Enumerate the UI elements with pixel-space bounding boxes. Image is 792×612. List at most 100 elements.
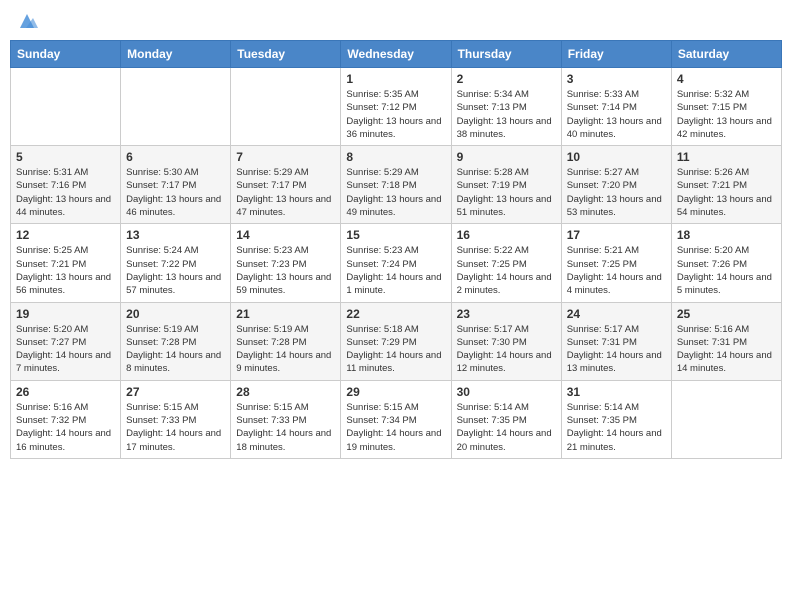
- day-info: Sunrise: 5:25 AM Sunset: 7:21 PM Dayligh…: [16, 244, 115, 297]
- logo: [14, 10, 38, 32]
- calendar-cell: 16 Sunrise: 5:22 AM Sunset: 7:25 PM Dayli…: [451, 224, 561, 302]
- calendar-cell: 2Sunrise: 5:34 AM Sunset: 7:13 PM Daylig…: [451, 68, 561, 146]
- weekday-header-friday: Friday: [561, 41, 671, 68]
- day-info: Sunrise: 5:23 AM Sunset: 7:23 PM Dayligh…: [236, 244, 335, 297]
- day-info: Sunrise: 5:17 AM Sunset: 7:30 PM Dayligh…: [457, 323, 556, 376]
- day-number: 28: [236, 385, 335, 399]
- calendar-cell: 28Sunrise: 5:15 AM Sunset: 7:33 PM Dayli…: [231, 380, 341, 458]
- calendar-cell: 21 Sunrise: 5:19 AM Sunset: 7:28 PM Dayli…: [231, 302, 341, 380]
- calendar-cell: 9 Sunrise: 5:28 AM Sunset: 7:19 PM Daylig…: [451, 146, 561, 224]
- day-number: 26: [16, 385, 115, 399]
- day-info: Sunrise: 5:19 AM Sunset: 7:28 PM Dayligh…: [126, 323, 225, 376]
- day-info: Sunrise: 5:16 AM Sunset: 7:31 PM Dayligh…: [677, 323, 776, 376]
- day-number: 16: [457, 228, 556, 242]
- calendar-cell: 23 Sunrise: 5:17 AM Sunset: 7:30 PM Dayli…: [451, 302, 561, 380]
- day-info: Sunrise: 5:29 AM Sunset: 7:17 PM Dayligh…: [236, 166, 335, 219]
- logo-icon: [16, 10, 38, 32]
- day-info: Sunrise: 5:20 AM Sunset: 7:27 PM Dayligh…: [16, 323, 115, 376]
- day-number: 9: [457, 150, 556, 164]
- day-number: 13: [126, 228, 225, 242]
- day-number: 6: [126, 150, 225, 164]
- day-number: 23: [457, 307, 556, 321]
- calendar-cell: 14 Sunrise: 5:23 AM Sunset: 7:23 PM Dayli…: [231, 224, 341, 302]
- calendar-cell: 19 Sunrise: 5:20 AM Sunset: 7:27 PM Dayli…: [11, 302, 121, 380]
- calendar-cell: 10Sunrise: 5:27 AM Sunset: 7:20 PM Dayli…: [561, 146, 671, 224]
- day-number: 1: [346, 72, 445, 86]
- day-number: 24: [567, 307, 666, 321]
- day-number: 5: [16, 150, 115, 164]
- weekday-header-wednesday: Wednesday: [341, 41, 451, 68]
- day-info: Sunrise: 5:29 AM Sunset: 7:18 PM Dayligh…: [346, 166, 445, 219]
- weekday-header-monday: Monday: [121, 41, 231, 68]
- calendar-cell: 12 Sunrise: 5:25 AM Sunset: 7:21 PM Dayli…: [11, 224, 121, 302]
- day-number: 19: [16, 307, 115, 321]
- day-info: Sunrise: 5:17 AM Sunset: 7:31 PM Dayligh…: [567, 323, 666, 376]
- calendar-cell: 25 Sunrise: 5:16 AM Sunset: 7:31 PM Dayli…: [671, 302, 781, 380]
- day-number: 29: [346, 385, 445, 399]
- day-number: 8: [346, 150, 445, 164]
- calendar-cell: 5 Sunrise: 5:31 AM Sunset: 7:16 PM Daylig…: [11, 146, 121, 224]
- day-number: 17: [567, 228, 666, 242]
- calendar-cell: 6 Sunrise: 5:30 AM Sunset: 7:17 PM Daylig…: [121, 146, 231, 224]
- day-info: Sunrise: 5:31 AM Sunset: 7:16 PM Dayligh…: [16, 166, 115, 219]
- day-info: Sunrise: 5:22 AM Sunset: 7:25 PM Dayligh…: [457, 244, 556, 297]
- day-info: Sunrise: 5:15 AM Sunset: 7:34 PM Dayligh…: [346, 401, 445, 454]
- day-number: 31: [567, 385, 666, 399]
- weekday-header-saturday: Saturday: [671, 41, 781, 68]
- day-number: 20: [126, 307, 225, 321]
- calendar-cell: 11 Sunrise: 5:26 AM Sunset: 7:21 PM Dayli…: [671, 146, 781, 224]
- calendar-cell: 20 Sunrise: 5:19 AM Sunset: 7:28 PM Dayli…: [121, 302, 231, 380]
- calendar-cell: 8 Sunrise: 5:29 AM Sunset: 7:18 PM Daylig…: [341, 146, 451, 224]
- day-info: Sunrise: 5:26 AM Sunset: 7:21 PM Dayligh…: [677, 166, 776, 219]
- calendar-cell: [671, 380, 781, 458]
- day-number: 25: [677, 307, 776, 321]
- day-info: Sunrise: 5:23 AM Sunset: 7:24 PM Dayligh…: [346, 244, 445, 297]
- day-number: 12: [16, 228, 115, 242]
- weekday-header-tuesday: Tuesday: [231, 41, 341, 68]
- calendar-cell: 7 Sunrise: 5:29 AM Sunset: 7:17 PM Daylig…: [231, 146, 341, 224]
- day-info: Sunrise: 5:35 AM Sunset: 7:12 PM Dayligh…: [346, 88, 445, 141]
- day-info: Sunrise: 5:15 AM Sunset: 7:33 PM Dayligh…: [126, 401, 225, 454]
- weekday-header-sunday: Sunday: [11, 41, 121, 68]
- calendar-cell: 18Sunrise: 5:20 AM Sunset: 7:26 PM Dayli…: [671, 224, 781, 302]
- page-header: [10, 10, 782, 32]
- calendar-cell: 31 Sunrise: 5:14 AM Sunset: 7:35 PM Dayli…: [561, 380, 671, 458]
- calendar-table: SundayMondayTuesdayWednesdayThursdayFrid…: [10, 40, 782, 459]
- calendar-cell: 22Sunrise: 5:18 AM Sunset: 7:29 PM Dayli…: [341, 302, 451, 380]
- calendar-week-row: 1 Sunrise: 5:35 AM Sunset: 7:12 PM Daylig…: [11, 68, 782, 146]
- calendar-cell: 30Sunrise: 5:14 AM Sunset: 7:35 PM Dayli…: [451, 380, 561, 458]
- day-number: 21: [236, 307, 335, 321]
- day-number: 7: [236, 150, 335, 164]
- calendar-cell: [121, 68, 231, 146]
- calendar-cell: 29 Sunrise: 5:15 AM Sunset: 7:34 PM Dayli…: [341, 380, 451, 458]
- day-number: 4: [677, 72, 776, 86]
- day-info: Sunrise: 5:28 AM Sunset: 7:19 PM Dayligh…: [457, 166, 556, 219]
- day-number: 15: [346, 228, 445, 242]
- day-info: Sunrise: 5:30 AM Sunset: 7:17 PM Dayligh…: [126, 166, 225, 219]
- day-info: Sunrise: 5:24 AM Sunset: 7:22 PM Dayligh…: [126, 244, 225, 297]
- day-info: Sunrise: 5:32 AM Sunset: 7:15 PM Dayligh…: [677, 88, 776, 141]
- day-number: 3: [567, 72, 666, 86]
- calendar-cell: 17 Sunrise: 5:21 AM Sunset: 7:25 PM Dayli…: [561, 224, 671, 302]
- calendar-header-row: SundayMondayTuesdayWednesdayThursdayFrid…: [11, 41, 782, 68]
- day-number: 10: [567, 150, 666, 164]
- day-number: 2: [457, 72, 556, 86]
- calendar-cell: 15 Sunrise: 5:23 AM Sunset: 7:24 PM Dayli…: [341, 224, 451, 302]
- calendar-week-row: 5 Sunrise: 5:31 AM Sunset: 7:16 PM Daylig…: [11, 146, 782, 224]
- calendar-cell: [11, 68, 121, 146]
- day-info: Sunrise: 5:21 AM Sunset: 7:25 PM Dayligh…: [567, 244, 666, 297]
- day-info: Sunrise: 5:20 AM Sunset: 7:26 PM Dayligh…: [677, 244, 776, 297]
- day-info: Sunrise: 5:33 AM Sunset: 7:14 PM Dayligh…: [567, 88, 666, 141]
- day-number: 11: [677, 150, 776, 164]
- day-info: Sunrise: 5:14 AM Sunset: 7:35 PM Dayligh…: [567, 401, 666, 454]
- calendar-cell: 13 Sunrise: 5:24 AM Sunset: 7:22 PM Dayli…: [121, 224, 231, 302]
- calendar-cell: 4 Sunrise: 5:32 AM Sunset: 7:15 PM Daylig…: [671, 68, 781, 146]
- day-info: Sunrise: 5:19 AM Sunset: 7:28 PM Dayligh…: [236, 323, 335, 376]
- day-number: 27: [126, 385, 225, 399]
- day-number: 14: [236, 228, 335, 242]
- calendar-cell: [231, 68, 341, 146]
- calendar-cell: 1 Sunrise: 5:35 AM Sunset: 7:12 PM Daylig…: [341, 68, 451, 146]
- calendar-cell: 27 Sunrise: 5:15 AM Sunset: 7:33 PM Dayli…: [121, 380, 231, 458]
- calendar-cell: 3 Sunrise: 5:33 AM Sunset: 7:14 PM Daylig…: [561, 68, 671, 146]
- day-info: Sunrise: 5:16 AM Sunset: 7:32 PM Dayligh…: [16, 401, 115, 454]
